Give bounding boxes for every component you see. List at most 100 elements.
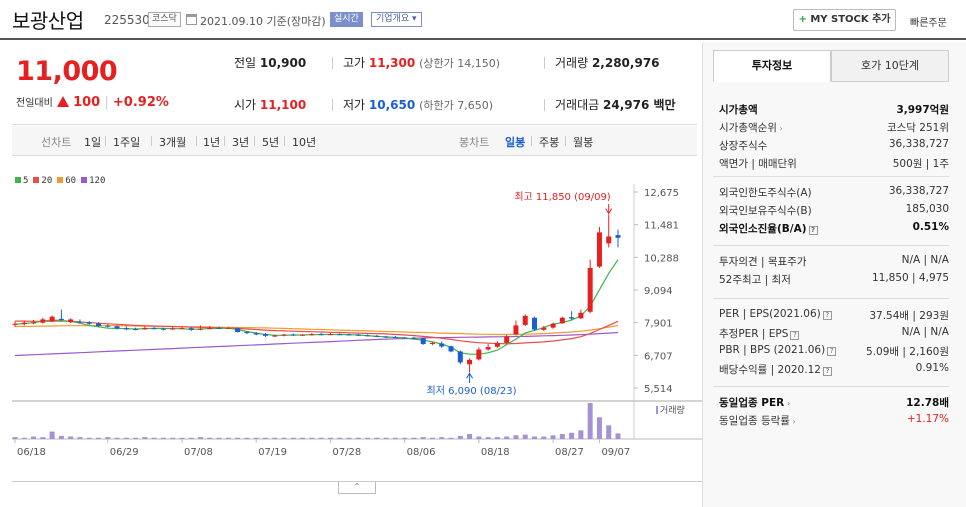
volume: 거래량 2,280,976 — [555, 54, 660, 71]
help-icon[interactable]: ? — [822, 311, 832, 320]
volume-bar — [31, 436, 37, 439]
candle-body — [105, 325, 111, 327]
volume-swatch — [656, 406, 658, 414]
info-label: 추정PER | EPS — [719, 328, 789, 340]
help-icon[interactable]: ? — [827, 347, 837, 356]
volume-bar — [550, 435, 556, 439]
x-tick-label: 07/08 — [184, 447, 213, 458]
candle-body — [281, 334, 287, 336]
high-value: 11,300 — [368, 56, 416, 70]
candle-body — [569, 317, 575, 319]
candle-body — [225, 327, 231, 329]
volume-bar — [142, 437, 148, 439]
info-row: 액면가 | 매매단위 500원 | 1주 — [719, 154, 949, 172]
period-5y[interactable]: 5년 — [262, 134, 279, 150]
candle-weekly[interactable]: 주봉 — [539, 134, 559, 150]
info-label: PBR | BPS (2021.06) — [719, 344, 826, 356]
candle-daily[interactable]: 일봉 — [505, 134, 525, 150]
candle-body — [31, 322, 37, 324]
candle-body — [262, 334, 268, 336]
volume-bar — [207, 437, 213, 439]
low-price: 저가 10,650 (하한가 7,650) — [343, 96, 493, 113]
help-icon[interactable]: ? — [790, 331, 800, 340]
legend-item-ma20: 20 — [33, 176, 52, 186]
period-3m[interactable]: 3개월 — [159, 134, 186, 150]
divider — [284, 136, 285, 146]
open-price: 시가 11,100 — [234, 96, 306, 113]
help-icon[interactable]: ? — [808, 226, 818, 235]
company-overview-button[interactable]: 기업개요 ▾ — [371, 12, 422, 27]
volume-bar — [262, 437, 268, 439]
volume-bar — [448, 437, 454, 439]
candle-body — [587, 267, 593, 312]
legend-label: 60 — [65, 176, 77, 186]
mystock-label: MY STOCK 추가 — [810, 14, 891, 25]
info-row: 상장주식수 36,338,727 — [719, 136, 949, 154]
candle-body — [133, 328, 139, 330]
period-3y[interactable]: 3년 — [232, 134, 249, 150]
info-row[interactable]: 동일업종 등락률 › +1.17% — [719, 411, 949, 429]
period-1d[interactable]: 1일 — [84, 134, 101, 150]
volume-bar — [40, 437, 46, 439]
quick-order-link[interactable]: 빠른주문 — [910, 14, 947, 29]
open-value: 11,100 — [259, 98, 307, 112]
upper-limit: (상한가 14,150) — [419, 57, 500, 70]
candle-body — [160, 328, 166, 330]
volume-bar — [578, 430, 584, 439]
up-triangle-icon — [56, 96, 69, 107]
tab-order-book[interactable]: 호가 10단계 — [831, 50, 949, 82]
candle-body — [86, 322, 92, 324]
info-value: 500원 | 1주 — [892, 158, 949, 170]
stock-chart[interactable]: 5 20 60 120 12,675 11,481 10,288 9,094 7,901 6,7… — [12, 170, 702, 466]
period-1w[interactable]: 1주일 — [113, 134, 140, 150]
info-value: 코스닥 251위 — [886, 122, 949, 134]
info-section2: 외국인한도주식수(A) 36,338,727 외국인보유주식수(B) 185,030 외… — [719, 183, 949, 237]
high-label: 고가 — [343, 56, 366, 70]
add-mystock-button[interactable]: + MY STOCK 추가 — [793, 9, 896, 31]
legend-label: 5 — [23, 176, 29, 186]
tab-investment-info[interactable]: 투자정보 — [713, 50, 831, 82]
volume-bar — [77, 437, 83, 439]
company-name: 보광산업 — [12, 9, 84, 33]
investment-info-panel: 투자정보 호가 10단계 시가총액 3,997억원 시가총액순위 › 코스닥 251위… — [702, 42, 966, 507]
amount-label: 거래대금 — [555, 98, 600, 112]
date-info: 2021.09.10 기준(장마감) — [200, 15, 326, 28]
period-1y[interactable]: 1년 — [203, 134, 220, 150]
info-row[interactable]: 동일업종 PER › 12.78배 — [719, 393, 949, 411]
candle-body — [253, 333, 259, 335]
x-tick-label: 07/19 — [258, 447, 287, 458]
y-tick-label: 6,707 — [644, 351, 673, 362]
candle-body — [58, 318, 64, 320]
candle-body — [365, 335, 371, 337]
divider — [332, 99, 333, 111]
candle-body — [578, 312, 584, 319]
candle-body — [114, 326, 120, 329]
y-tick-label: 12,675 — [644, 188, 679, 199]
legend-swatch — [33, 177, 40, 183]
period-10y[interactable]: 10년 — [292, 134, 316, 150]
help-icon[interactable]: ? — [822, 367, 832, 376]
volume-bar — [457, 435, 463, 439]
collapse-button[interactable]: ⌃ — [338, 482, 376, 494]
candlestick-chart: 12,675 11,481 10,288 9,094 7,901 6,707 5,514 06… — [12, 184, 702, 458]
info-label: 52주최고 | 최저 — [719, 274, 791, 286]
volume-label: 거래량 — [660, 404, 685, 416]
candle-monthly[interactable]: 월봉 — [573, 134, 593, 150]
info-value: 36,338,727 — [888, 185, 949, 197]
divider — [565, 136, 566, 146]
volume-bar — [68, 436, 74, 439]
divider — [196, 136, 197, 146]
prev-close-value: 10,900 — [259, 56, 307, 70]
chevron-right-icon: › — [784, 399, 791, 408]
info-row[interactable]: 시가총액순위 › 코스닥 251위 — [719, 118, 949, 136]
candle-body — [68, 319, 74, 323]
volume-bar — [337, 437, 343, 439]
volume-bar — [105, 437, 111, 439]
info-value: 0.51% — [912, 221, 949, 233]
candle-body — [142, 327, 148, 330]
legend-item-ma120: 120 — [81, 176, 105, 186]
realtime-badge[interactable]: 실시간 — [330, 12, 363, 27]
chevron-right-icon: › — [776, 124, 783, 133]
info-row: 추정PER | EPS? N/A | N/A — [719, 324, 949, 342]
volume-bar — [411, 437, 417, 439]
